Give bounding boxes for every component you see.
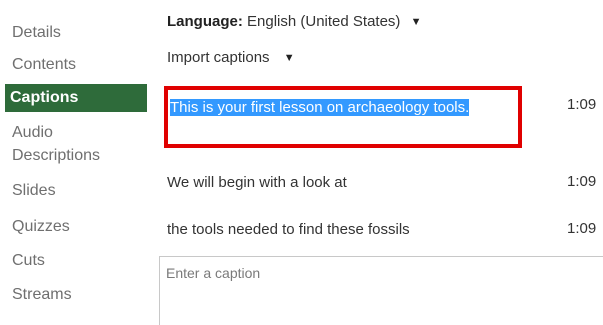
caption-timestamp[interactable]: 1:09 xyxy=(567,96,596,113)
chevron-down-icon: ▼ xyxy=(410,16,422,28)
caption-editor: Details Contents Captions Audio Descript… xyxy=(0,0,603,325)
sidebar-item-quizzes[interactable]: Quizzes xyxy=(12,217,70,237)
caption-input[interactable]: Enter a caption xyxy=(159,256,603,325)
sidebar-nav: Details Contents Captions Audio Descript… xyxy=(0,0,150,325)
caption-text: the tools needed to find these fossils xyxy=(167,221,410,238)
chevron-down-icon: ▼ xyxy=(283,52,295,64)
import-captions-dropdown[interactable]: Import captions ▼ xyxy=(167,49,295,66)
sidebar-item-cuts[interactable]: Cuts xyxy=(12,251,45,271)
caption-edit-field[interactable]: This is your first lesson on archaeology… xyxy=(164,86,522,148)
sidebar-item-audio-descriptions[interactable]: Audio xyxy=(12,123,53,143)
sidebar-item-label: Audio xyxy=(12,124,53,141)
caption-timestamp[interactable]: 1:09 xyxy=(567,220,596,237)
caption-text: We will begin with a look at xyxy=(167,174,347,191)
sidebar-item-slides[interactable]: Slides xyxy=(12,181,56,201)
caption-timestamp[interactable]: 1:09 xyxy=(567,173,596,190)
sidebar-item-details[interactable]: Details xyxy=(12,23,61,43)
caption-panel: Language: English (United States) ▼ Impo… xyxy=(150,0,603,325)
import-captions-label: Import captions xyxy=(167,49,270,66)
caption-text-selected: This is your first lesson on archaeology… xyxy=(170,99,470,116)
sidebar-item-contents[interactable]: Contents xyxy=(12,55,76,75)
sidebar-item-captions[interactable]: Captions xyxy=(5,84,147,112)
sidebar-item-streams[interactable]: Streams xyxy=(12,285,72,305)
language-value: English (United States) xyxy=(247,13,401,30)
sidebar-item-audio-descriptions-line2[interactable]: Descriptions xyxy=(12,146,100,166)
language-label: Language: xyxy=(167,13,243,30)
language-select[interactable]: Language: English (United States) ▼ xyxy=(167,13,421,30)
caption-input-placeholder: Enter a caption xyxy=(166,265,261,281)
